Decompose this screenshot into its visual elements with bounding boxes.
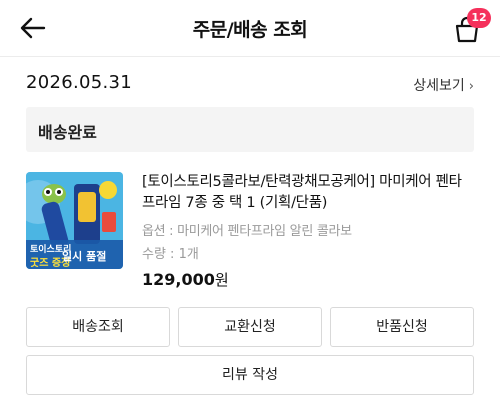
request-exchange-button[interactable]: 교환신청 bbox=[178, 307, 322, 347]
request-return-button[interactable]: 반품신청 bbox=[330, 307, 474, 347]
price-currency: 원 bbox=[214, 271, 229, 289]
delivery-status: 배송완료 bbox=[38, 123, 97, 142]
cart-count-badge: 12 bbox=[467, 8, 491, 28]
delivery-status-box: 배송완료 bbox=[26, 107, 474, 152]
sold-out-overlay-text: 일시 품절 bbox=[62, 250, 107, 263]
price-value: 129,000 bbox=[142, 270, 215, 289]
track-delivery-button[interactable]: 배송조회 bbox=[26, 307, 170, 347]
product-option: 옵션 : 마미케어 펜타프라임 알린 콜라보 bbox=[142, 224, 352, 239]
product-thumbnail[interactable]: 토이스토리 굿즈 증정 일시 품절 bbox=[26, 172, 123, 269]
product-name[interactable]: [토이스토리5콜라보/탄력광채모공케어] 마미케어 펜타프라임 7종 중 택 1… bbox=[142, 172, 462, 214]
order-detail-link[interactable]: 상세보기 › bbox=[413, 75, 474, 95]
product-info: [토이스토리5콜라보/탄력광채모공케어] 마미케어 펜타프라임 7종 중 택 1… bbox=[142, 172, 462, 290]
order-date: 2026.05.31 bbox=[26, 72, 133, 93]
header-divider bbox=[0, 56, 500, 57]
write-review-button[interactable]: 리뷰 작성 bbox=[26, 355, 474, 395]
app-header: 주문/배송 조회 12 bbox=[0, 0, 500, 56]
product-price: 129,000원 bbox=[142, 269, 462, 290]
order-detail-label: 상세보기 bbox=[413, 78, 465, 94]
page-title: 주문/배송 조회 bbox=[192, 19, 308, 41]
chevron-right-icon: › bbox=[468, 79, 474, 94]
product-quantity: 수량 : 1개 bbox=[142, 247, 199, 262]
